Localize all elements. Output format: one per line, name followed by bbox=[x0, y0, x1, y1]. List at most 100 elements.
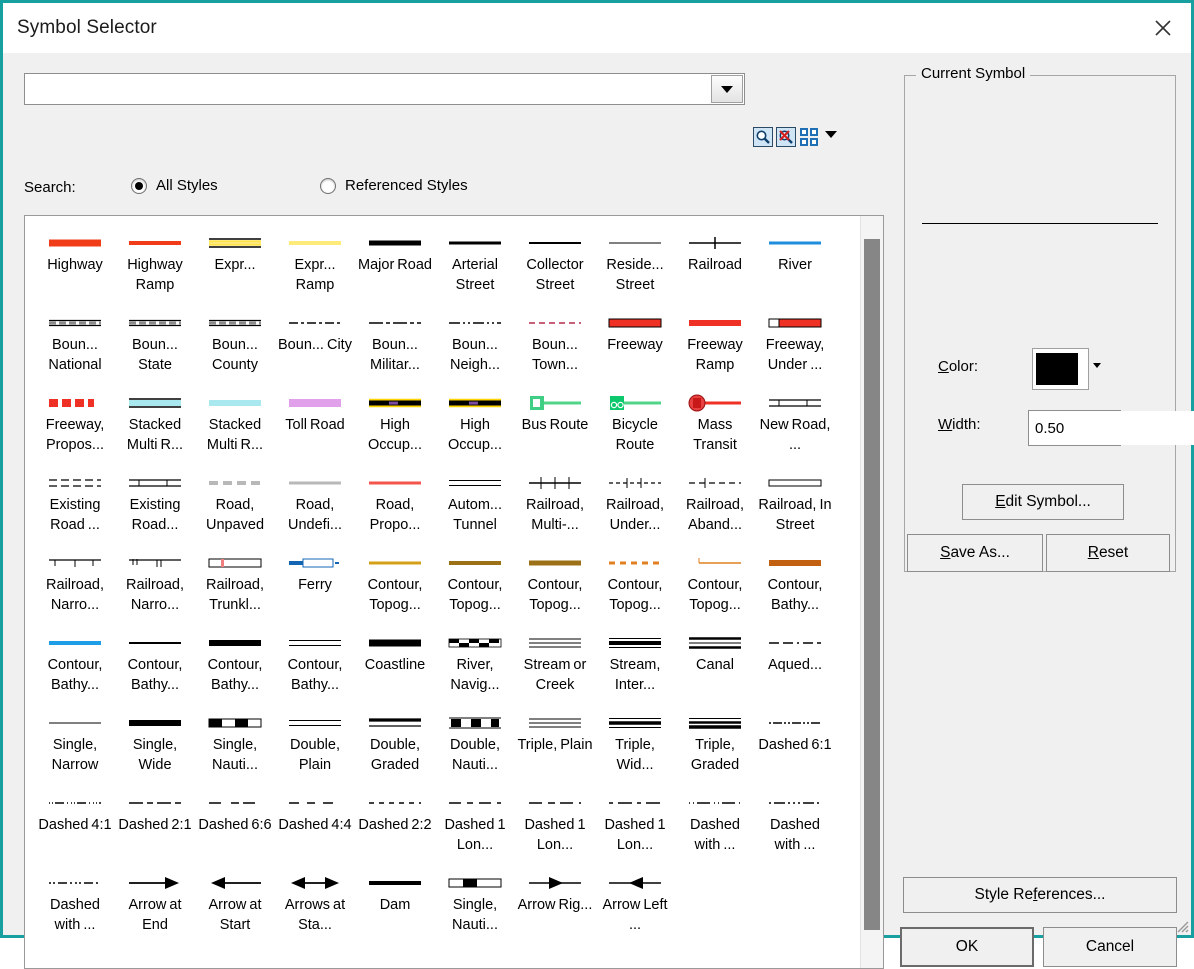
search-icon[interactable] bbox=[753, 127, 773, 147]
symbol-item[interactable]: Contour, Topog... bbox=[595, 544, 675, 624]
symbol-item[interactable]: Aqued... bbox=[755, 624, 835, 704]
resize-grip[interactable] bbox=[1173, 917, 1189, 933]
ok-button[interactable]: OK bbox=[900, 927, 1034, 967]
symbol-item[interactable]: River bbox=[755, 224, 835, 304]
symbol-item[interactable]: Arrow Rig... bbox=[515, 864, 595, 944]
save-as-button[interactable]: Save As... bbox=[907, 534, 1043, 572]
symbol-item[interactable]: Stream or Creek bbox=[515, 624, 595, 704]
symbol-item[interactable]: Single, Wide bbox=[115, 704, 195, 784]
symbol-item[interactable]: Dashed 6:1 bbox=[755, 704, 835, 784]
symbol-item[interactable]: Stacked Multi R... bbox=[195, 384, 275, 464]
symbol-item[interactable]: Triple, Graded bbox=[675, 704, 755, 784]
symbol-item[interactable]: Dam bbox=[355, 864, 435, 944]
symbol-list-box[interactable]: Highway Highway Ramp Expr... Expr... Ramp Ma… bbox=[24, 215, 884, 969]
symbol-item[interactable]: Road, Propo... bbox=[355, 464, 435, 544]
symbol-item[interactable]: High Occup... bbox=[355, 384, 435, 464]
symbol-item[interactable]: River, Navig... bbox=[435, 624, 515, 704]
symbol-item[interactable]: Arterial Street bbox=[435, 224, 515, 304]
symbol-item[interactable]: Major Road bbox=[355, 224, 435, 304]
symbol-item[interactable]: Contour, Bathy... bbox=[195, 624, 275, 704]
symbol-item[interactable]: Boun... National bbox=[35, 304, 115, 384]
symbol-item[interactable]: Railroad, Narro... bbox=[115, 544, 195, 624]
symbol-item[interactable]: Canal bbox=[675, 624, 755, 704]
symbol-item[interactable]: Dashed 2:2 bbox=[355, 784, 435, 864]
symbol-item[interactable]: Dashed 4:1 bbox=[35, 784, 115, 864]
symbol-item[interactable]: Dashed 1 Lon... bbox=[515, 784, 595, 864]
symbol-item[interactable]: Single, Nauti... bbox=[435, 864, 515, 944]
symbol-item[interactable]: Reside... Street bbox=[595, 224, 675, 304]
symbol-item[interactable]: Boun... County bbox=[195, 304, 275, 384]
symbol-item[interactable]: Boun... Neigh... bbox=[435, 304, 515, 384]
symbol-item[interactable]: Stacked Multi R... bbox=[115, 384, 195, 464]
symbol-item[interactable]: Toll Road bbox=[275, 384, 355, 464]
symbol-item[interactable]: Triple, Wid... bbox=[595, 704, 675, 784]
symbol-item[interactable]: Railroad, Aband... bbox=[675, 464, 755, 544]
symbol-item[interactable]: Contour, Bathy... bbox=[755, 544, 835, 624]
symbol-item[interactable]: Railroad bbox=[675, 224, 755, 304]
symbol-item[interactable]: Freeway Ramp bbox=[675, 304, 755, 384]
color-swatch[interactable] bbox=[1036, 353, 1078, 385]
symbol-item[interactable]: Railroad, In Street bbox=[755, 464, 835, 544]
view-grid-icon[interactable] bbox=[799, 127, 819, 147]
symbol-item[interactable]: Dashed 6:6 bbox=[195, 784, 275, 864]
reset-button[interactable]: Reset bbox=[1046, 534, 1170, 572]
width-input[interactable] bbox=[1029, 411, 1194, 445]
symbol-item[interactable]: Railroad, Trunkl... bbox=[195, 544, 275, 624]
symbol-item[interactable]: Road, Undefi... bbox=[275, 464, 355, 544]
radio-referenced-styles[interactable]: Referenced Styles bbox=[320, 177, 468, 194]
symbol-item[interactable]: Single, Narrow bbox=[35, 704, 115, 784]
symbol-item[interactable]: Double, Plain bbox=[275, 704, 355, 784]
edit-symbol-button[interactable]: Edit Symbol... bbox=[962, 484, 1124, 520]
clear-search-icon[interactable] bbox=[776, 127, 796, 147]
symbol-item[interactable]: Autom... Tunnel bbox=[435, 464, 515, 544]
symbol-item[interactable]: Triple, Plain bbox=[515, 704, 595, 784]
symbol-item[interactable]: Bus Route bbox=[515, 384, 595, 464]
symbol-item[interactable]: New Road, ... bbox=[755, 384, 835, 464]
symbol-item[interactable]: Existing Road... bbox=[115, 464, 195, 544]
symbol-item[interactable]: Bicycle Route bbox=[595, 384, 675, 464]
symbol-item[interactable]: Coastline bbox=[355, 624, 435, 704]
symbol-item[interactable]: Boun... City bbox=[275, 304, 355, 384]
radio-all-styles[interactable]: All Styles bbox=[131, 177, 218, 194]
symbol-item[interactable]: Dashed 1 Lon... bbox=[435, 784, 515, 864]
symbol-item[interactable]: Highway Ramp bbox=[115, 224, 195, 304]
search-dropdown-chevron-icon[interactable] bbox=[711, 75, 743, 103]
symbol-item[interactable]: Contour, Topog... bbox=[355, 544, 435, 624]
width-stepper[interactable] bbox=[1028, 410, 1194, 446]
search-input[interactable] bbox=[25, 74, 710, 104]
symbol-item[interactable]: Dashed 4:4 bbox=[275, 784, 355, 864]
symbol-item[interactable]: Contour, Topog... bbox=[515, 544, 595, 624]
symbol-item[interactable]: Railroad, Narro... bbox=[35, 544, 115, 624]
symbol-item[interactable]: Freeway, Under ... bbox=[755, 304, 835, 384]
symbol-item[interactable]: Railroad, Multi-... bbox=[515, 464, 595, 544]
symbol-item[interactable]: Freeway, Propos... bbox=[35, 384, 115, 464]
symbol-item[interactable]: High Occup... bbox=[435, 384, 515, 464]
symbol-item[interactable]: Ferry bbox=[275, 544, 355, 624]
close-icon[interactable] bbox=[1135, 3, 1191, 53]
symbol-item[interactable]: Single, Nauti... bbox=[195, 704, 275, 784]
symbol-item[interactable]: Double, Nauti... bbox=[435, 704, 515, 784]
symbol-item[interactable]: Contour, Bathy... bbox=[115, 624, 195, 704]
color-picker[interactable] bbox=[1032, 348, 1089, 390]
symbol-item[interactable]: Stream, Inter... bbox=[595, 624, 675, 704]
symbol-item[interactable]: Road, Unpaved bbox=[195, 464, 275, 544]
search-combo[interactable] bbox=[24, 73, 745, 105]
symbol-item[interactable]: Dashed 2:1 bbox=[115, 784, 195, 864]
symbol-item[interactable]: Dashed 1 Lon... bbox=[595, 784, 675, 864]
style-references-button[interactable]: Style Re f erences... bbox=[903, 877, 1177, 913]
symbol-item[interactable]: Dashed with ... bbox=[675, 784, 755, 864]
symbol-item[interactable]: Contour, Bathy... bbox=[35, 624, 115, 704]
symbol-list-scrollbar[interactable] bbox=[860, 216, 883, 968]
symbol-item[interactable]: Contour, Topog... bbox=[435, 544, 515, 624]
symbol-item[interactable]: Boun... Town... bbox=[515, 304, 595, 384]
symbol-item[interactable]: Dashed with ... bbox=[755, 784, 835, 864]
symbol-item[interactable]: Freeway bbox=[595, 304, 675, 384]
symbol-item[interactable]: Collector Street bbox=[515, 224, 595, 304]
symbol-item[interactable]: Contour, Topog... bbox=[675, 544, 755, 624]
symbol-item[interactable]: Mass Transit bbox=[675, 384, 755, 464]
symbol-item[interactable]: Railroad, Under... bbox=[595, 464, 675, 544]
view-menu-chevron-icon[interactable] bbox=[825, 131, 837, 138]
cancel-button[interactable]: Cancel bbox=[1043, 927, 1177, 967]
symbol-item[interactable]: Highway bbox=[35, 224, 115, 304]
symbol-item[interactable]: Contour, Bathy... bbox=[275, 624, 355, 704]
